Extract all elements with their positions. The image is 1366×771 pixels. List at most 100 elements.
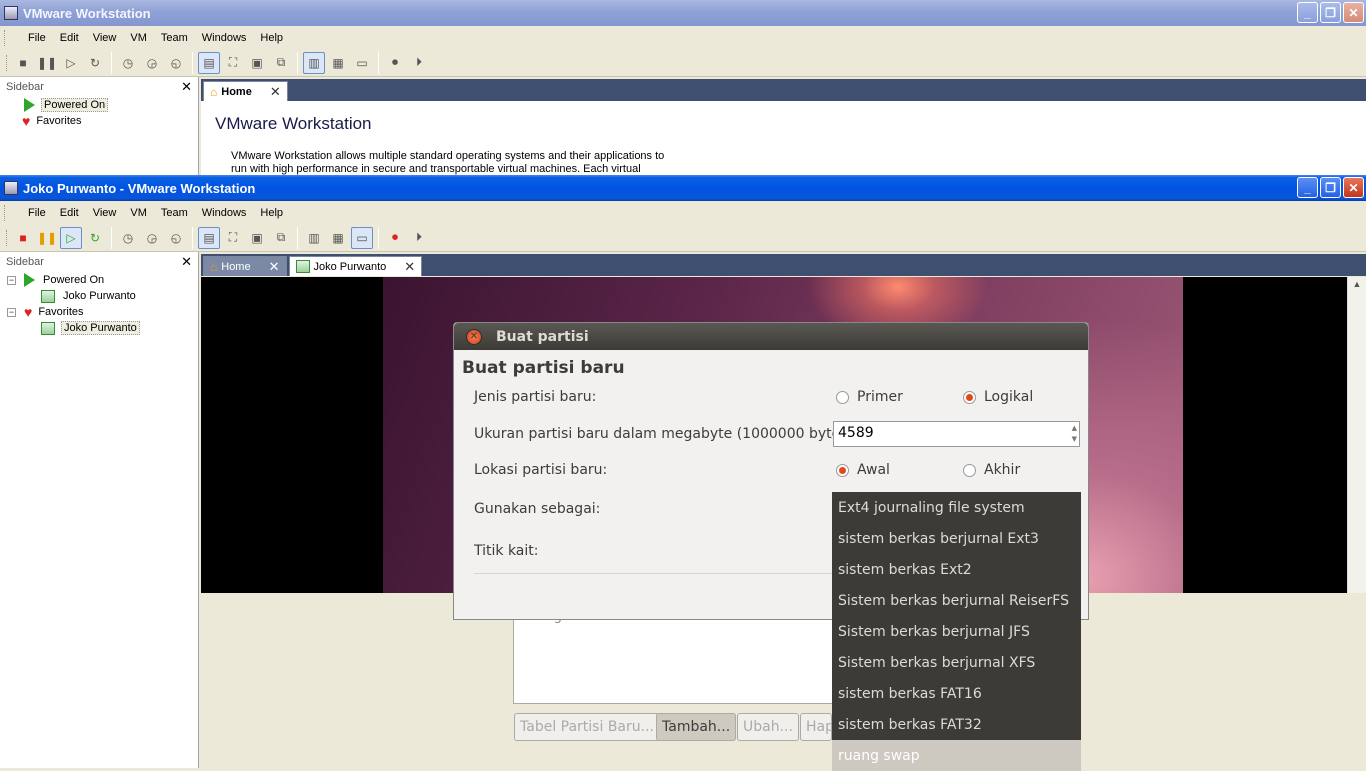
change-partition-button[interactable]: Ubah... xyxy=(737,713,799,741)
menu-help[interactable]: Help xyxy=(253,207,290,219)
title-bar[interactable]: Joko Purwanto - VMware Workstation _ ❐ ✕ xyxy=(0,175,1366,201)
spinner-arrows-icon[interactable]: ▲ ▼ xyxy=(1072,423,1077,445)
tree-powered-on[interactable]: Powered On xyxy=(0,97,198,113)
restore-button[interactable]: ❐ xyxy=(1320,2,1341,23)
tab-close-icon[interactable]: ✕ xyxy=(269,259,280,275)
close-button[interactable]: ✕ xyxy=(1343,2,1364,23)
record-icon[interactable]: ⏺ xyxy=(384,52,406,74)
snapshot-icon[interactable]: ◷ xyxy=(117,52,139,74)
record-icon[interactable]: ⏺ xyxy=(384,227,406,249)
show-console-icon[interactable]: ▭ xyxy=(351,226,373,249)
unity-icon[interactable]: ⧉ xyxy=(270,52,292,74)
radio-beginning[interactable]: Awal xyxy=(836,462,890,478)
quick-switch-icon[interactable]: ▣ xyxy=(246,52,268,74)
option-xfs[interactable]: Sistem berkas berjurnal XFS xyxy=(832,647,1081,678)
tab-vm[interactable]: Joko Purwanto ✕ xyxy=(288,256,423,276)
option-fat32[interactable]: sistem berkas FAT32 xyxy=(832,709,1081,740)
reset-icon[interactable]: ↻ xyxy=(84,52,106,74)
replay-icon[interactable]: ⏵ xyxy=(408,227,430,249)
tab-close-icon[interactable]: ✕ xyxy=(404,259,415,275)
tree-vm-powered[interactable]: Joko Purwanto xyxy=(0,288,198,304)
show-console-icon[interactable]: ▭ xyxy=(351,52,373,74)
vertical-scrollbar[interactable]: ▲ xyxy=(1347,277,1366,593)
radio-primary[interactable]: Primer xyxy=(836,389,903,405)
show-sidebar-icon[interactable]: ▤ xyxy=(198,226,220,249)
tree-vm-favorite[interactable]: Joko Purwanto xyxy=(0,320,198,336)
option-fat16[interactable]: sistem berkas FAT16 xyxy=(832,678,1081,709)
menu-edit[interactable]: Edit xyxy=(53,32,86,44)
snapshot-icon[interactable]: ◷ xyxy=(117,227,139,249)
menu-team[interactable]: Team xyxy=(154,32,195,44)
menu-file[interactable]: File xyxy=(21,207,53,219)
snapshot-manager-icon[interactable]: ◵ xyxy=(165,52,187,74)
menu-vm[interactable]: VM xyxy=(123,207,154,219)
dialog-close-icon[interactable]: ✕ xyxy=(466,328,482,345)
tab-close-icon[interactable]: ✕ xyxy=(270,84,281,100)
menu-help[interactable]: Help xyxy=(253,32,290,44)
show-summary-icon[interactable]: ▦ xyxy=(327,227,349,249)
show-sidebar-icon[interactable]: ▤ xyxy=(198,51,220,74)
power-off-icon[interactable]: ■ xyxy=(12,52,34,74)
background-vmware-window: VMware Workstation _ ❐ ✕ File Edit View … xyxy=(0,0,1366,176)
reset-icon[interactable]: ↻ xyxy=(84,227,106,249)
sidebar-close-icon[interactable]: ✕ xyxy=(181,79,192,95)
menu-windows[interactable]: Windows xyxy=(195,207,254,219)
minimize-button[interactable]: _ xyxy=(1297,2,1318,23)
option-reiserfs[interactable]: Sistem berkas berjurnal ReiserFS xyxy=(832,585,1081,616)
power-on-icon[interactable]: ▷ xyxy=(60,226,82,249)
revert-snapshot-icon[interactable]: ◶ xyxy=(141,227,163,249)
revert-snapshot-icon[interactable]: ◶ xyxy=(141,52,163,74)
show-toolbar-icon[interactable]: ▥ xyxy=(303,227,325,249)
menu-edit[interactable]: Edit xyxy=(53,207,86,219)
menu-windows[interactable]: Windows xyxy=(195,32,254,44)
option-jfs[interactable]: Sistem berkas berjurnal JFS xyxy=(832,616,1081,647)
menu-vm[interactable]: VM xyxy=(123,32,154,44)
suspend-icon[interactable]: ❚❚ xyxy=(36,227,58,249)
add-partition-button[interactable]: Tambah... xyxy=(656,713,737,741)
option-ext2[interactable]: sistem berkas Ext2 xyxy=(832,554,1081,585)
tab-home[interactable]: ⌂ Home ✕ xyxy=(203,256,287,276)
option-ext3[interactable]: sistem berkas berjurnal Ext3 xyxy=(832,523,1081,554)
option-swap[interactable]: ruang swap xyxy=(832,740,1081,771)
power-off-icon[interactable]: ■ xyxy=(12,227,34,249)
tab-home[interactable]: ⌂ Home ✕ xyxy=(203,81,288,101)
title-bar[interactable]: VMware Workstation _ ❐ ✕ xyxy=(0,0,1366,26)
close-button[interactable]: ✕ xyxy=(1343,177,1364,198)
partition-list[interactable]: ruang bebas xyxy=(513,608,833,704)
sidebar-close-icon[interactable]: ✕ xyxy=(181,254,192,270)
menu-team[interactable]: Team xyxy=(154,207,195,219)
dialog-heading: Buat partisi baru xyxy=(462,358,625,378)
restore-button[interactable]: ❐ xyxy=(1320,177,1341,198)
use-as-dropdown-menu[interactable]: Ext4 journaling file system sistem berka… xyxy=(832,492,1081,771)
replay-icon[interactable]: ⏵ xyxy=(408,52,430,74)
power-on-icon[interactable]: ▷ xyxy=(60,52,82,74)
show-summary-icon[interactable]: ▦ xyxy=(327,52,349,74)
delete-partition-button[interactable]: Hap xyxy=(800,713,832,741)
tab-label: Home xyxy=(221,260,251,273)
menu-view[interactable]: View xyxy=(86,207,124,219)
unity-icon[interactable]: ⧉ xyxy=(270,227,292,249)
minimize-button[interactable]: _ xyxy=(1297,177,1318,198)
tree-favorites[interactable]: − ♥ Favorites xyxy=(0,304,198,320)
collapse-icon[interactable]: − xyxy=(7,307,16,317)
quick-switch-icon[interactable]: ▣ xyxy=(246,227,268,249)
menu-view[interactable]: View xyxy=(86,32,124,44)
collapse-icon[interactable]: − xyxy=(7,275,16,285)
suspend-icon[interactable]: ❚❚ xyxy=(36,52,58,74)
radio-end[interactable]: Akhir xyxy=(963,462,1020,478)
full-screen-icon[interactable]: ⛶ xyxy=(222,52,244,74)
snapshot-manager-icon[interactable]: ◵ xyxy=(165,227,187,249)
menu-file[interactable]: File xyxy=(21,32,53,44)
option-ext4[interactable]: Ext4 journaling file system xyxy=(832,492,1081,523)
full-screen-icon[interactable]: ⛶ xyxy=(222,227,244,249)
new-partition-table-button[interactable]: Tabel Partisi Baru... xyxy=(514,713,660,741)
radio-indicator xyxy=(963,463,976,477)
show-toolbar-icon[interactable]: ▥ xyxy=(303,51,325,74)
radio-logical[interactable]: Logikal xyxy=(963,389,1033,405)
tree-favorites[interactable]: ♥ Favorites xyxy=(0,113,198,129)
scroll-up-icon[interactable]: ▲ xyxy=(1348,279,1366,289)
dialog-title-bar[interactable]: ✕ Buat partisi xyxy=(454,323,1088,350)
tree-powered-on[interactable]: − Powered On xyxy=(0,272,198,288)
sidebar-title: Sidebar xyxy=(6,256,44,268)
partition-size-spinner[interactable]: 4589 ▲ ▼ xyxy=(833,421,1080,447)
